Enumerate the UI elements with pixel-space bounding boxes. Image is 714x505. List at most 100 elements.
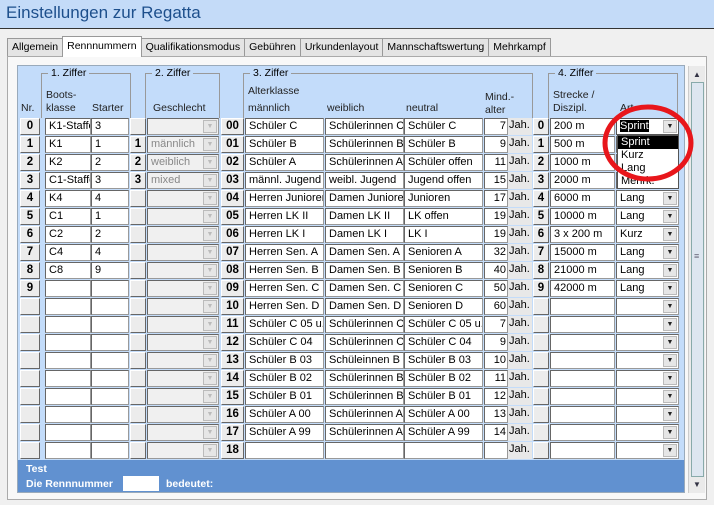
neutral-field[interactable]: Schüler A 99: [404, 424, 483, 441]
chevron-down-icon[interactable]: ▼: [663, 336, 677, 349]
mindalter-field[interactable]: 40: [484, 262, 508, 279]
chevron-down-icon[interactable]: ▼: [203, 408, 217, 421]
digit4-button[interactable]: [533, 442, 549, 459]
geschlecht-select[interactable]: ▼: [147, 424, 219, 441]
digit2-button[interactable]: [130, 442, 146, 459]
strecke-field[interactable]: [550, 352, 615, 369]
chevron-down-icon[interactable]: ▼: [663, 300, 677, 313]
strecke-field[interactable]: [550, 406, 615, 423]
digit3-button[interactable]: 08: [221, 262, 244, 279]
neutral-field[interactable]: Senioren D: [404, 298, 483, 315]
maennlich-field[interactable]: Schüler B 01: [245, 388, 324, 405]
weiblich-field[interactable]: Schülerinnen C: [325, 118, 404, 135]
strecke-field[interactable]: [550, 388, 615, 405]
art-select[interactable]: Sprint ▼: [616, 118, 679, 135]
art-select[interactable]: Lang ▼: [616, 262, 679, 279]
chevron-down-icon[interactable]: ▼: [663, 318, 677, 331]
chevron-down-icon[interactable]: ▼: [203, 192, 217, 205]
tab-mehrkampf[interactable]: Mehrkampf: [488, 38, 551, 57]
nr-button[interactable]: 2: [20, 154, 40, 171]
digit3-button[interactable]: 18: [221, 442, 244, 459]
bootsklasse-field[interactable]: C1-Staffe: [45, 172, 91, 189]
digit2-button[interactable]: [130, 406, 146, 423]
starter-field[interactable]: [91, 406, 129, 423]
art-select[interactable]: Lang ▼: [616, 208, 679, 225]
art-option[interactable]: Lang: [618, 162, 678, 175]
art-select[interactable]: ▼: [616, 424, 679, 441]
chevron-down-icon[interactable]: ▼: [663, 444, 677, 457]
art-option[interactable]: Kurz: [618, 149, 678, 162]
geschlecht-select[interactable]: ▼: [147, 352, 219, 369]
chevron-down-icon[interactable]: ▼: [663, 246, 677, 259]
art-select[interactable]: ▼: [616, 298, 679, 315]
mindalter-field[interactable]: 7: [484, 316, 508, 333]
chevron-down-icon[interactable]: ▼: [203, 300, 217, 313]
strecke-field[interactable]: 1000 m: [550, 154, 615, 171]
mindalter-field[interactable]: 10: [484, 352, 508, 369]
strecke-field[interactable]: 21000 m: [550, 262, 615, 279]
mindalter-field[interactable]: 9: [484, 334, 508, 351]
strecke-field[interactable]: [550, 424, 615, 441]
digit2-button[interactable]: 1: [130, 136, 146, 153]
geschlecht-select[interactable]: ▼: [147, 118, 219, 135]
art-select[interactable]: ▼: [616, 334, 679, 351]
strecke-field[interactable]: 42000 m: [550, 280, 615, 297]
weiblich-field[interactable]: Damen Sen. B: [325, 262, 404, 279]
digit3-button[interactable]: 05: [221, 208, 244, 225]
chevron-down-icon[interactable]: ▼: [203, 372, 217, 385]
maennlich-field[interactable]: Schüler A 99: [245, 424, 324, 441]
maennlich-field[interactable]: Herren Sen. D: [245, 298, 324, 315]
bootsklasse-field[interactable]: [45, 316, 91, 333]
digit4-button[interactable]: [533, 352, 549, 369]
weiblich-field[interactable]: Schülerinnen B: [325, 136, 404, 153]
weiblich-field[interactable]: Schülerinnen A: [325, 424, 404, 441]
strecke-field[interactable]: 200 m: [550, 118, 615, 135]
chevron-down-icon[interactable]: ▼: [203, 264, 217, 277]
mindalter-field[interactable]: 17: [484, 190, 508, 207]
weiblich-field[interactable]: Damen LK I: [325, 226, 404, 243]
strecke-field[interactable]: 6000 m: [550, 190, 615, 207]
neutral-field[interactable]: LK I: [404, 226, 483, 243]
nr-button[interactable]: [20, 352, 40, 369]
starter-field[interactable]: [91, 424, 129, 441]
starter-field[interactable]: 1: [91, 208, 129, 225]
digit3-button[interactable]: 14: [221, 370, 244, 387]
tab-allgemein[interactable]: Allgemein: [7, 38, 64, 57]
geschlecht-select[interactable]: ▼: [147, 442, 219, 459]
art-select[interactable]: ▼: [616, 406, 679, 423]
chevron-down-icon[interactable]: ▼: [203, 228, 217, 241]
digit4-button[interactable]: 1: [533, 136, 549, 153]
neutral-field[interactable]: Schüler offen: [404, 154, 483, 171]
chevron-down-icon[interactable]: ▼: [203, 354, 217, 367]
digit2-button[interactable]: 3: [130, 172, 146, 189]
maennlich-field[interactable]: Schüler C 05 u. j: [245, 316, 324, 333]
bootsklasse-field[interactable]: K1-Staffe: [45, 118, 91, 135]
starter-field[interactable]: 1: [91, 136, 129, 153]
nr-button[interactable]: [20, 442, 40, 459]
geschlecht-select[interactable]: mixed ▼: [147, 172, 219, 189]
digit3-button[interactable]: 10: [221, 298, 244, 315]
chevron-down-icon[interactable]: ▼: [663, 282, 677, 295]
digit4-button[interactable]: 6: [533, 226, 549, 243]
mindalter-field[interactable]: 12: [484, 388, 508, 405]
starter-field[interactable]: [91, 388, 129, 405]
art-select[interactable]: Lang ▼: [616, 280, 679, 297]
strecke-field[interactable]: 500 m: [550, 136, 615, 153]
starter-field[interactable]: [91, 316, 129, 333]
vertical-scrollbar[interactable]: ▲ ≡ ▼: [688, 66, 705, 493]
mindalter-field[interactable]: 7: [484, 118, 508, 135]
tab-mannschaftswertung[interactable]: Mannschaftswertung: [382, 38, 490, 57]
chevron-down-icon[interactable]: ▼: [203, 156, 217, 169]
chevron-down-icon[interactable]: ▼: [203, 246, 217, 259]
geschlecht-select[interactable]: ▼: [147, 316, 219, 333]
starter-field[interactable]: 9: [91, 262, 129, 279]
digit3-button[interactable]: 00: [221, 118, 244, 135]
digit2-button[interactable]: [130, 352, 146, 369]
chevron-down-icon[interactable]: ▼: [663, 426, 677, 439]
mindalter-field[interactable]: [484, 442, 508, 459]
strecke-field[interactable]: 2000 m: [550, 172, 615, 189]
strecke-field[interactable]: [550, 334, 615, 351]
mindalter-field[interactable]: 14: [484, 424, 508, 441]
chevron-down-icon[interactable]: ▼: [203, 390, 217, 403]
digit4-button[interactable]: [533, 370, 549, 387]
